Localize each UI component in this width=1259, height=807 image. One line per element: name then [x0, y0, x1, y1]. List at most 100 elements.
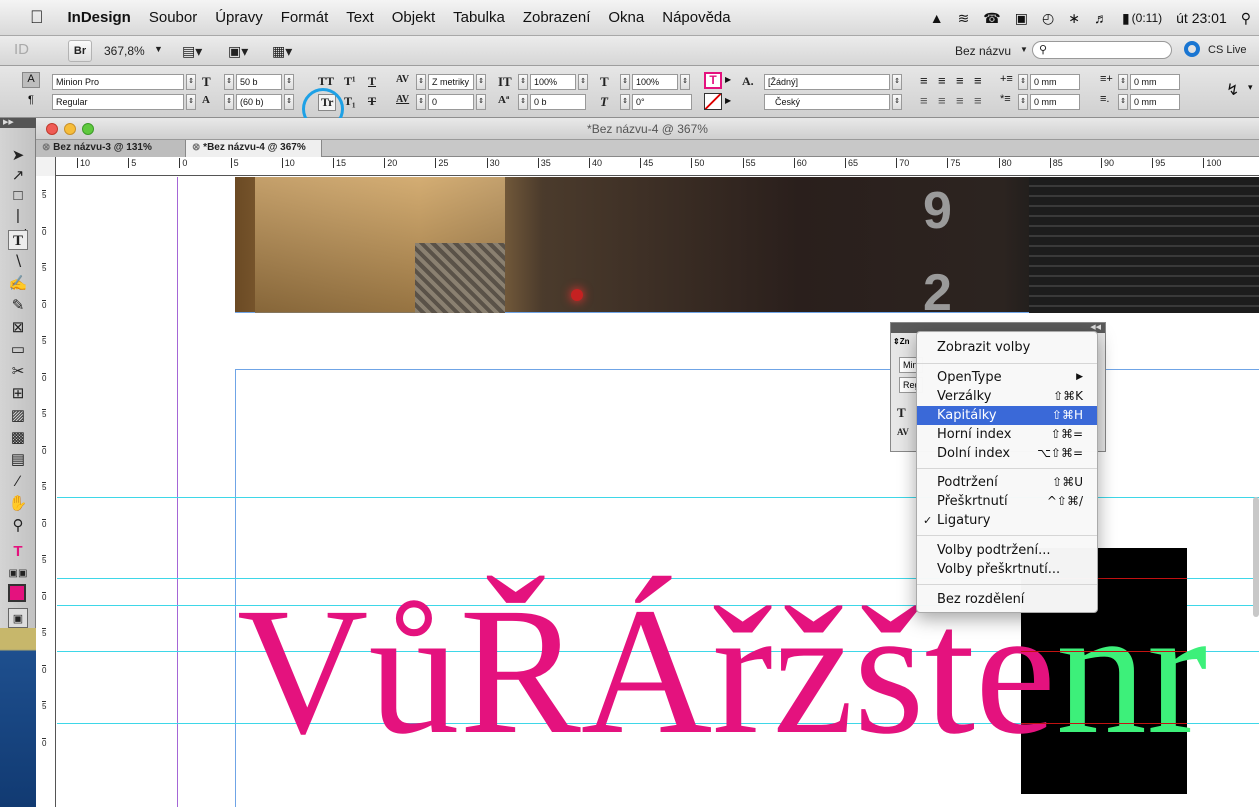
menu-format[interactable]: Formát [281, 9, 329, 26]
font-style-field[interactable]: Regular [52, 94, 184, 110]
panel-title[interactable]: ⇕Zn [893, 337, 909, 346]
strikethrough-button[interactable]: T [368, 94, 376, 109]
free-transform-tool-icon[interactable]: ⊞ [8, 384, 28, 404]
menu-item-caps[interactable]: Verzálky ⇧⌘K [917, 387, 1097, 406]
direct-selection-tool-icon[interactable]: ↗ [8, 166, 28, 186]
search-input[interactable]: ⚲ [1032, 41, 1172, 59]
note-tool-icon[interactable]: ▤ [8, 450, 28, 470]
spotlight-icon[interactable]: ⚲ [1241, 10, 1251, 27]
chevron-down-icon[interactable]: ▼ [1020, 45, 1028, 54]
all-caps-button[interactable]: TT [318, 74, 334, 89]
left-indent-field[interactable]: 0 mm [1030, 74, 1080, 90]
paragraph-mode-button[interactable]: ¶ [22, 94, 40, 110]
fill-swatch-icon[interactable] [8, 584, 26, 602]
volume-icon[interactable]: ♬ [1094, 10, 1108, 26]
menu-item-opentype[interactable]: OpenType ▶ [917, 368, 1097, 387]
justify-all-icon[interactable]: ≡ [920, 93, 928, 108]
fill-color-swatch[interactable]: T [704, 72, 722, 89]
display-icon[interactable]: ▣ [1015, 10, 1028, 27]
bridge-button[interactable]: Br [68, 40, 92, 62]
clock[interactable]: út 23:01 [1176, 10, 1227, 26]
kerning-dropdown[interactable]: ⇕ [476, 74, 486, 90]
apple-icon[interactable]:  [30, 7, 44, 28]
font-family-field[interactable]: Minion Pro [52, 74, 184, 90]
stroke-color-swatch[interactable] [704, 93, 722, 110]
language-field[interactable]: Český [764, 94, 890, 110]
leading-dropdown[interactable]: ⇕ [284, 94, 294, 110]
zoom-window-button[interactable] [82, 123, 94, 135]
baseline-shift-stepper[interactable]: ⇕ [518, 94, 528, 110]
gradient-tool-icon[interactable]: ▨ [8, 406, 28, 426]
tab-bez-nazvu-4[interactable]: ⊗ *Bez názvu-4 @ 367% [186, 140, 322, 157]
minimize-window-button[interactable] [64, 123, 76, 135]
view-options-icon[interactable]: ▤▾ [182, 43, 202, 60]
panel-menu-icon[interactable]: ▾ [1248, 82, 1253, 93]
align-left-icon[interactable]: ≡ [920, 73, 928, 88]
vertical-scale-dropdown[interactable]: ⇕ [578, 74, 588, 90]
leading-stepper[interactable]: ⇕ [224, 94, 234, 110]
menu-item-ligatures[interactable]: ✓ Ligatury [917, 511, 1097, 530]
underline-button[interactable]: T [368, 74, 376, 89]
horizontal-scale-dropdown[interactable]: ⇕ [680, 74, 690, 90]
type-tool-icon[interactable]: T [8, 230, 28, 250]
vertical-ruler[interactable]: 5 0 5 0 5 0 5 0 5 0 5 0 5 0 5 0 [36, 176, 56, 807]
phone-icon[interactable]: ☎ [983, 10, 1000, 27]
left-indent-stepper[interactable]: ⇕ [1018, 74, 1028, 90]
justify-center-icon[interactable]: ≡ [938, 93, 946, 108]
first-line-indent-stepper[interactable]: ⇕ [1018, 94, 1028, 110]
character-mode-button[interactable]: A [22, 72, 40, 88]
font-family-dropdown[interactable]: ⇕ [186, 74, 196, 90]
chevron-down-icon[interactable]: ▼ [154, 44, 163, 54]
leading-field[interactable]: (60 b) [236, 94, 282, 110]
menu-item-superscript[interactable]: Horní index ⇧⌘= [917, 425, 1097, 444]
tracking-field[interactable]: 0 [428, 94, 474, 110]
scissors-tool-icon[interactable]: ✂ [8, 362, 28, 382]
skew-stepper[interactable]: ⇕ [620, 94, 630, 110]
menu-upravy[interactable]: Úpravy [215, 9, 263, 26]
close-icon[interactable]: ⊗ [192, 142, 200, 153]
formatting-affects-text-icon[interactable]: T [8, 542, 28, 562]
font-size-stepper[interactable]: ⇕ [224, 74, 234, 90]
font-size-field[interactable]: 50 b [236, 74, 282, 90]
menu-napoveda[interactable]: Nápověda [662, 9, 730, 26]
justify-icon[interactable]: ≡ [974, 73, 982, 88]
eyedropper-tool-icon[interactable]: ∕ [8, 472, 28, 492]
kerning-stepper[interactable]: ⇕ [416, 74, 426, 90]
horizontal-ruler[interactable]: 10 5 0 5 10 15 20 25 30 35 40 45 50 55 60 65 70 75 80 85 90 9… [36, 157, 1259, 176]
menu-item-underline[interactable]: Podtržení ⇧⌘U [917, 473, 1097, 492]
stroke-swatch-arrow-icon[interactable]: ▶ [725, 96, 731, 105]
justify-spine-icon[interactable]: ≡ [974, 93, 982, 108]
character-style-dropdown[interactable]: ⇕ [892, 74, 902, 90]
bluetooth-icon[interactable]: ∗ [1068, 10, 1080, 27]
kerning-field[interactable]: Z metriky [428, 74, 474, 90]
gap-tool-icon[interactable]: |↔| [8, 206, 28, 244]
line-tool-icon[interactable]: ∖ [8, 252, 28, 272]
screen-mode-icon[interactable]: ▣▾ [228, 43, 248, 60]
menu-item-underline-options[interactable]: Volby podtržení... [917, 541, 1097, 560]
horizontal-scale-stepper[interactable]: ⇕ [620, 74, 630, 90]
arrange-documents-icon[interactable]: ▦▾ [272, 43, 292, 60]
wifi-icon[interactable]: ≋ [958, 10, 970, 27]
character-style-field[interactable]: [Žádný] [764, 74, 890, 90]
fill-swatch-arrow-icon[interactable]: ▶ [725, 75, 731, 84]
selection-tool-icon[interactable]: ➤ [8, 146, 28, 166]
page-tool-icon[interactable]: □ [8, 186, 28, 206]
scrollbar[interactable] [1253, 497, 1259, 617]
placed-photo[interactable]: 9 2 [235, 177, 1259, 322]
menu-zobrazeni[interactable]: Zobrazení [523, 9, 591, 26]
font-style-dropdown[interactable]: ⇕ [186, 94, 196, 110]
first-line-indent-field[interactable]: 0 mm [1030, 94, 1080, 110]
battery-time[interactable]: (0:11) [1132, 11, 1162, 25]
zoom-tool-icon[interactable]: ⚲ [8, 516, 28, 536]
menu-item-subscript[interactable]: Dolní index ⌥⇧⌘= [917, 444, 1097, 463]
menu-text[interactable]: Text [346, 9, 374, 26]
pen-tool-icon[interactable]: ✍ [8, 274, 28, 294]
menu-objekt[interactable]: Objekt [392, 9, 435, 26]
menu-okna[interactable]: Okna [608, 9, 644, 26]
tracking-stepper[interactable]: ⇕ [416, 94, 426, 110]
cs-live-label[interactable]: CS Live [1208, 44, 1247, 56]
font-size-dropdown[interactable]: ⇕ [284, 74, 294, 90]
subscript-button[interactable]: T₁ [344, 94, 356, 109]
menu-item-no-break[interactable]: Bez rozdělení [917, 590, 1097, 609]
menu-item-strikethrough[interactable]: Přeškrtnutí ^⇧⌘/ [917, 492, 1097, 511]
